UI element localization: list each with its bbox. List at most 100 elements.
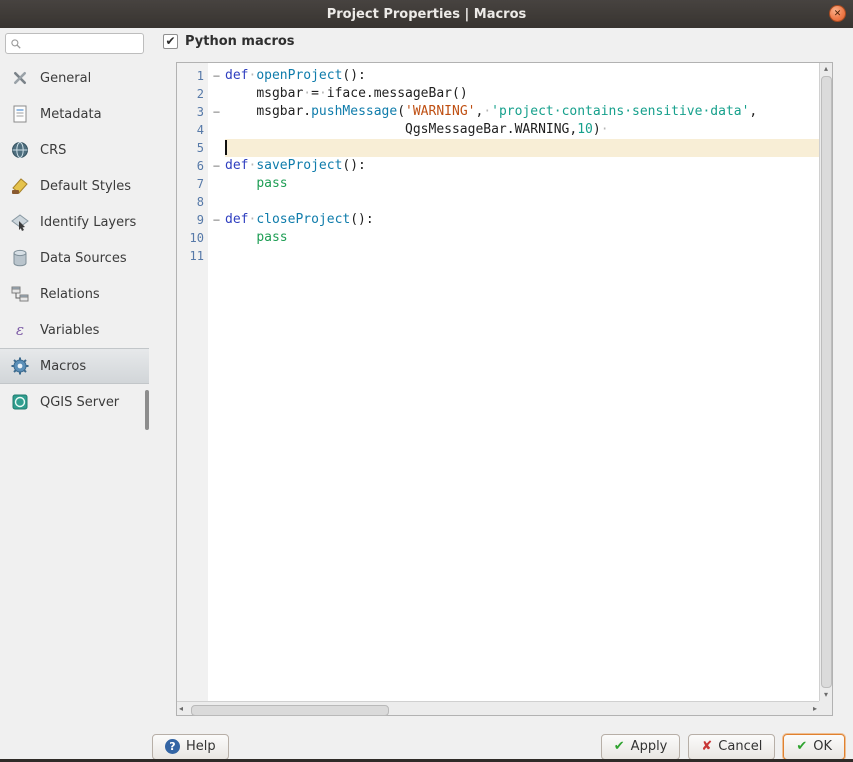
fold-margin bbox=[208, 175, 225, 193]
line-number: 4 bbox=[196, 123, 204, 137]
project-properties-dialog: Project Properties | Macros ✕ General Met… bbox=[0, 0, 853, 762]
editor-lines[interactable]: 1− def·openProject(): 2 msgbar·=·iface.mes… bbox=[177, 63, 819, 701]
fold-margin bbox=[208, 229, 225, 247]
ok-check-icon: ✔ bbox=[796, 739, 808, 754]
code-text: msgbar·=·iface.messageBar() bbox=[256, 86, 468, 101]
line-number: 5 bbox=[196, 141, 204, 155]
cancel-x-icon: ✘ bbox=[701, 739, 713, 754]
vertical-scrollbar[interactable]: ▴ ▾ bbox=[819, 63, 832, 701]
metadata-icon bbox=[9, 103, 31, 125]
python-macros-checkbox[interactable]: ✔ bbox=[163, 34, 178, 49]
crs-icon bbox=[9, 139, 31, 161]
sidebar-item-general[interactable]: General bbox=[0, 60, 149, 96]
fold-margin bbox=[208, 193, 225, 211]
sidebar-item-label: Macros bbox=[40, 358, 87, 374]
sidebar-item-macros[interactable]: Macros bbox=[0, 348, 149, 384]
apply-button[interactable]: ✔ Apply bbox=[600, 733, 681, 760]
editor-line[interactable]: 4 QgsMessageBar.WARNING,10)· bbox=[177, 121, 819, 139]
editor-line[interactable]: 3− msgbar.pushMessage('WARNING',·'projec… bbox=[177, 103, 819, 121]
ok-button[interactable]: ✔ OK bbox=[783, 733, 845, 760]
apply-check-icon: ✔ bbox=[613, 739, 625, 754]
fold-margin bbox=[208, 247, 225, 265]
fold-marker-icon[interactable]: − bbox=[208, 157, 225, 175]
fold-marker-icon[interactable]: − bbox=[208, 103, 225, 121]
titlebar[interactable]: Project Properties | Macros ✕ bbox=[0, 0, 853, 28]
svg-text:ε: ε bbox=[16, 321, 24, 339]
scroll-right-icon[interactable]: ▸ bbox=[813, 703, 817, 715]
sidebar-item-metadata[interactable]: Metadata bbox=[0, 96, 149, 132]
line-number: 1 bbox=[196, 69, 204, 83]
sidebar-item-label: General bbox=[40, 70, 92, 86]
python-macros-row: ✔ Python macros bbox=[163, 34, 295, 49]
sidebar-scrollbar[interactable] bbox=[145, 390, 149, 430]
sidebar-list: General Metadata CRS Default Styles Identify… bbox=[0, 60, 149, 420]
help-button-label: Help bbox=[186, 739, 216, 754]
scroll-up-icon[interactable]: ▴ bbox=[824, 63, 828, 75]
default-styles-icon bbox=[9, 175, 31, 197]
macros-icon bbox=[9, 355, 31, 377]
line-number: 7 bbox=[196, 177, 204, 191]
line-number: 3 bbox=[196, 105, 204, 119]
text-cursor bbox=[225, 140, 227, 155]
sidebar-item-label: Metadata bbox=[40, 106, 102, 122]
window-title: Project Properties | Macros bbox=[326, 6, 527, 22]
python-macros-label: Python macros bbox=[185, 34, 295, 49]
code-text: def·closeProject(): bbox=[225, 212, 374, 227]
sidebar-item-relations[interactable]: Relations bbox=[0, 276, 149, 312]
variables-icon: ε bbox=[9, 319, 31, 341]
cancel-button-label: Cancel bbox=[718, 739, 763, 754]
editor-line[interactable]: 5 bbox=[177, 139, 819, 157]
editor-line[interactable]: 6− def·saveProject(): bbox=[177, 157, 819, 175]
sidebar-item-label: QGIS Server bbox=[40, 394, 120, 410]
sidebar-item-variables[interactable]: ε Variables bbox=[0, 312, 149, 348]
identify-layers-icon bbox=[9, 211, 31, 233]
sidebar-item-identify-layers[interactable]: Identify Layers bbox=[0, 204, 149, 240]
line-number: 6 bbox=[196, 159, 204, 173]
sidebar: General Metadata CRS Default Styles Identify… bbox=[0, 28, 149, 759]
data-sources-icon bbox=[9, 247, 31, 269]
fold-margin bbox=[208, 121, 225, 139]
sidebar-item-default-styles[interactable]: Default Styles bbox=[0, 168, 149, 204]
editor-line[interactable]: 2 msgbar·=·iface.messageBar() bbox=[177, 85, 819, 103]
close-button[interactable]: ✕ bbox=[829, 5, 846, 22]
sidebar-item-qgis-server[interactable]: QGIS Server bbox=[0, 384, 149, 420]
search-input[interactable] bbox=[26, 35, 139, 52]
sidebar-item-label: Default Styles bbox=[40, 178, 132, 194]
cancel-button[interactable]: ✘ Cancel bbox=[688, 733, 776, 760]
check-icon: ✔ bbox=[165, 34, 176, 48]
code-editor[interactable]: 1− def·openProject(): 2 msgbar·=·iface.mes… bbox=[176, 62, 833, 716]
editor-line[interactable]: 7 pass bbox=[177, 175, 819, 193]
vertical-scroll-thumb[interactable] bbox=[820, 76, 832, 688]
editor-line[interactable]: 9− def·closeProject(): bbox=[177, 211, 819, 229]
sidebar-item-label: Relations bbox=[40, 286, 100, 302]
editor-line[interactable]: 8 bbox=[177, 193, 819, 211]
editor-line[interactable]: 11 bbox=[177, 247, 819, 265]
code-text: msgbar.pushMessage('WARNING',·'project·c… bbox=[256, 104, 758, 119]
line-number: 2 bbox=[196, 87, 204, 101]
help-button[interactable]: ? Help bbox=[152, 733, 229, 760]
ok-button-label: OK bbox=[813, 739, 832, 754]
sidebar-item-label: Identify Layers bbox=[40, 214, 137, 230]
sidebar-item-crs[interactable]: CRS bbox=[0, 132, 149, 168]
search-box bbox=[5, 33, 144, 54]
horizontal-scroll-thumb[interactable] bbox=[191, 705, 389, 716]
line-number: 10 bbox=[189, 231, 204, 245]
sidebar-item-data-sources[interactable]: Data Sources bbox=[0, 240, 149, 276]
sidebar-item-label: Variables bbox=[40, 322, 100, 338]
code-text: def·saveProject(): bbox=[225, 158, 366, 173]
help-icon: ? bbox=[165, 739, 180, 754]
editor-line[interactable]: 10 pass bbox=[177, 229, 819, 247]
horizontal-scrollbar[interactable]: ◂ ▸ bbox=[177, 701, 819, 716]
close-icon: ✕ bbox=[833, 8, 842, 19]
scroll-left-icon[interactable]: ◂ bbox=[179, 703, 183, 715]
qgis-server-icon bbox=[9, 391, 31, 413]
apply-button-label: Apply bbox=[630, 739, 668, 754]
scroll-down-icon[interactable]: ▾ bbox=[824, 689, 828, 701]
editor-line[interactable]: 1− def·openProject(): bbox=[177, 67, 819, 85]
line-number: 8 bbox=[196, 195, 204, 209]
fold-marker-icon[interactable]: − bbox=[208, 67, 225, 85]
fold-margin bbox=[208, 85, 225, 103]
fold-marker-icon[interactable]: − bbox=[208, 211, 225, 229]
